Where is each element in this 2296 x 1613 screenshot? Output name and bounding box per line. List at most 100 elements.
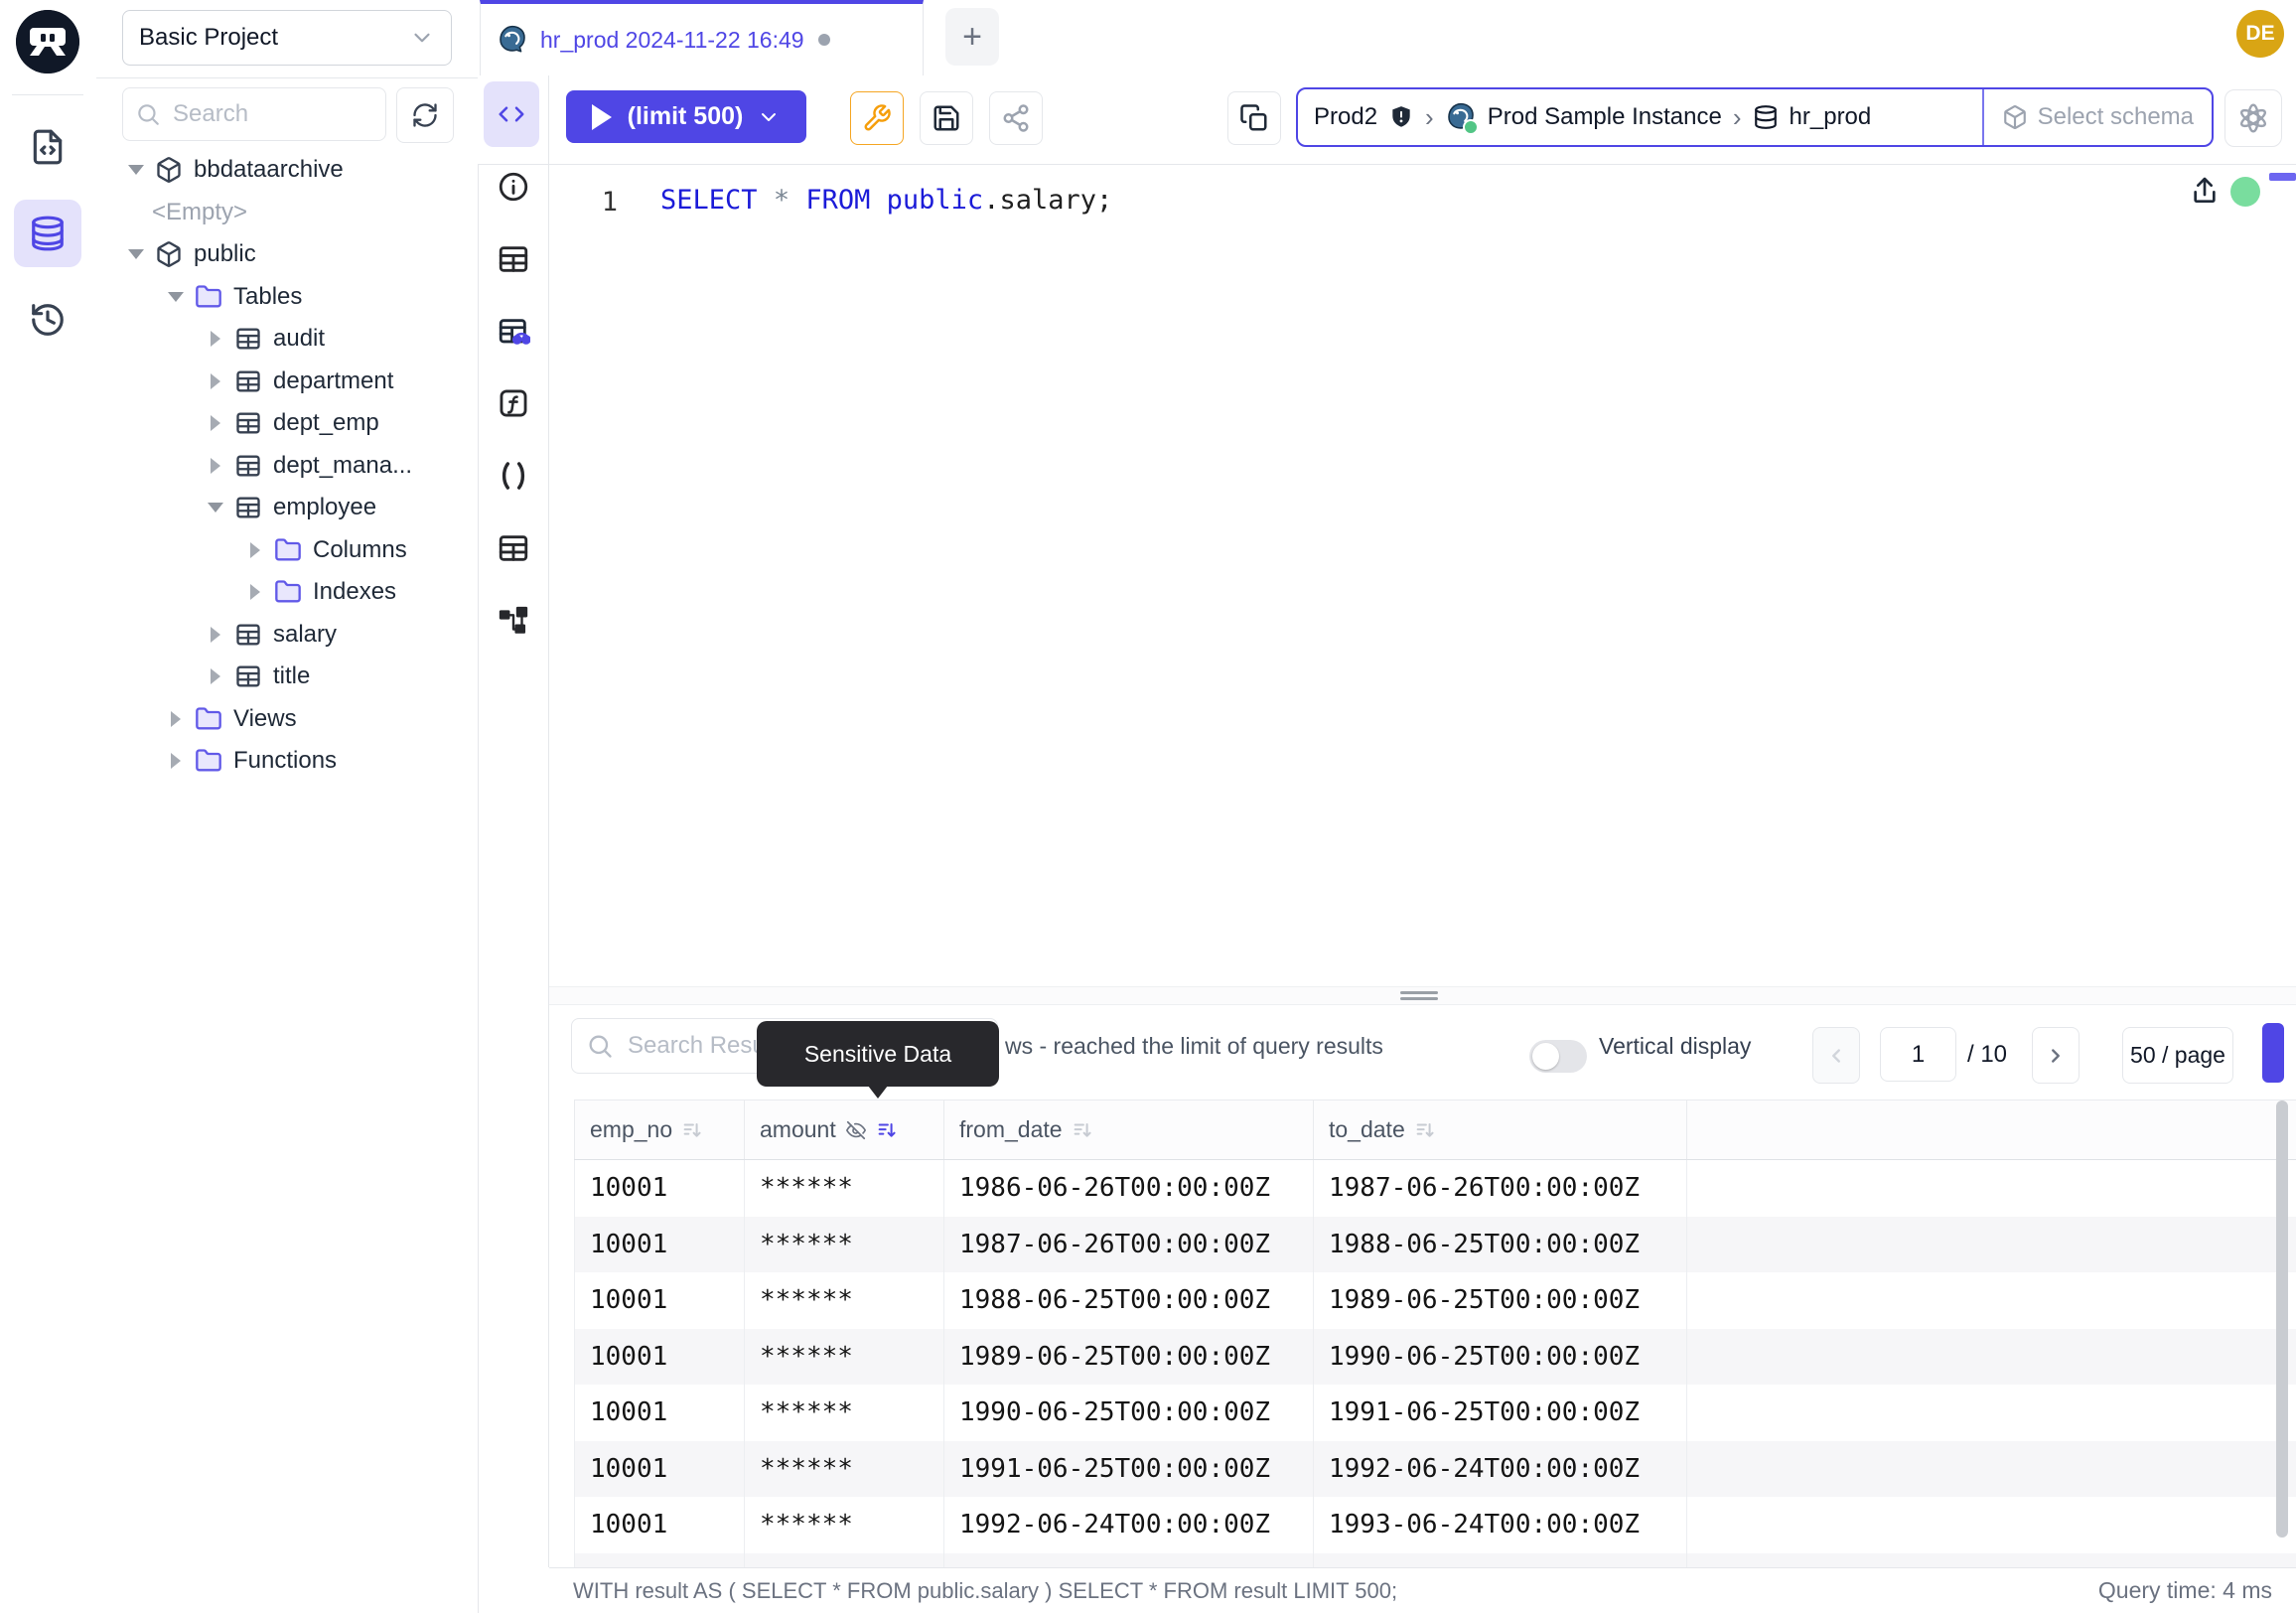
vertical-display-toggle[interactable] <box>1529 1040 1587 1073</box>
run-query-button[interactable]: (limit 500) <box>566 90 806 143</box>
cell-from_date: 1986-06-26T00:00:00Z <box>944 1160 1314 1217</box>
caret-right-icon[interactable] <box>244 581 266 603</box>
schema-sidebar: Basic Project bbdataarchive<Empty>public… <box>96 0 479 1613</box>
erail-schema-diagram-button[interactable] <box>497 604 530 638</box>
tree-item-salary[interactable]: salary <box>96 614 478 657</box>
results-scrollbar[interactable] <box>2276 1100 2288 1538</box>
caret-right-icon[interactable] <box>205 624 226 646</box>
caret-right-icon[interactable] <box>205 455 226 477</box>
table-icon <box>234 409 262 437</box>
rail-history-button[interactable] <box>14 286 81 354</box>
table-row[interactable]: 10001******1991-06-25T00:00:00Z1992-06-2… <box>574 1441 2296 1498</box>
page-size-select[interactable]: 50 / page <box>2122 1027 2233 1084</box>
next-page-button[interactable] <box>2032 1027 2080 1084</box>
tab-title: hr_prod 2024-11-22 16:49 <box>540 27 804 54</box>
select-schema[interactable]: Select schema <box>1982 89 2212 145</box>
sql-token: public <box>887 185 984 216</box>
shield-icon <box>1388 104 1414 130</box>
erail-function-button[interactable] <box>497 386 530 420</box>
upload-icon[interactable] <box>2189 175 2221 207</box>
caret-right-icon[interactable] <box>165 750 187 772</box>
erail-table-button[interactable] <box>497 242 530 276</box>
connection-path[interactable]: Prod2 › Prod Sample Instance › hr_prod <box>1298 89 1982 145</box>
page-number-input[interactable] <box>1880 1027 1956 1082</box>
tree-item-indexes[interactable]: Indexes <box>96 571 478 614</box>
avatar[interactable]: DE <box>2236 10 2284 58</box>
table-row[interactable]: 10001******1993-06-24T00:00:00Z1994-06-2… <box>574 1553 2296 1568</box>
tree-item-employee[interactable]: employee <box>96 487 478 529</box>
tree-item-title[interactable]: title <box>96 656 478 698</box>
tree-item-public[interactable]: public <box>96 233 478 276</box>
connection-breadcrumb[interactable]: Prod2 › Prod Sample Instance › hr_prod S… <box>1296 87 2214 147</box>
cell-empty <box>1687 1272 2296 1329</box>
refresh-button[interactable] <box>396 87 454 143</box>
caret-down-icon[interactable] <box>205 497 226 518</box>
caret-right-icon[interactable] <box>244 539 266 561</box>
code-mode-button[interactable] <box>484 81 539 147</box>
tree-item-bbdataarchive[interactable]: bbdataarchive <box>96 149 478 192</box>
cell-emp_no: 10001 <box>574 1217 745 1273</box>
column-header-amount[interactable]: amount <box>745 1100 944 1159</box>
erail-table-button[interactable] <box>497 531 530 565</box>
table-row[interactable]: 10001******1986-06-26T00:00:00Z1987-06-2… <box>574 1160 2296 1217</box>
rail-database-button[interactable] <box>14 200 81 267</box>
tree-item-label: Tables <box>233 283 302 311</box>
app-logo-icon[interactable] <box>16 10 79 73</box>
column-header-from_date[interactable]: from_date <box>944 1100 1314 1159</box>
format-sql-button[interactable] <box>850 91 904 145</box>
caret-down-icon[interactable] <box>125 159 147 181</box>
caret-right-icon[interactable] <box>165 708 187 730</box>
caret-right-icon[interactable] <box>205 328 226 350</box>
save-button[interactable] <box>920 91 973 145</box>
project-select[interactable]: Basic Project <box>122 10 452 66</box>
rail-worksheet-button[interactable] <box>14 113 81 181</box>
cell-amount: ****** <box>745 1272 944 1329</box>
schema-search[interactable] <box>122 87 386 141</box>
batch-mode-button[interactable] <box>1227 91 1281 145</box>
caret-right-icon[interactable] <box>205 370 226 392</box>
chevron-down-icon <box>757 105 781 129</box>
cell-from_date: 1992-06-24T00:00:00Z <box>944 1497 1314 1553</box>
ai-assistant-button[interactable] <box>2224 89 2282 147</box>
sql-code-line[interactable]: SELECT * FROM public.salary; <box>660 185 1112 216</box>
tree-item-audit[interactable]: audit <box>96 318 478 361</box>
table-row[interactable]: 10001******1987-06-26T00:00:00Z1988-06-2… <box>574 1217 2296 1273</box>
cell-emp_no: 10001 <box>574 1553 745 1568</box>
caret-down-icon[interactable] <box>165 286 187 308</box>
tree-item-functions[interactable]: Functions <box>96 740 478 783</box>
tree-item-dept-emp[interactable]: dept_emp <box>96 402 478 445</box>
tree-item-dept-mana[interactable]: dept_mana... <box>96 445 478 488</box>
tree-item-tables[interactable]: Tables <box>96 276 478 319</box>
erail-info-button[interactable] <box>497 170 530 204</box>
cell-amount: ****** <box>745 1553 944 1568</box>
table-row[interactable]: 10001******1988-06-25T00:00:00Z1989-06-2… <box>574 1272 2296 1329</box>
column-header-to_date[interactable]: to_date <box>1314 1100 1687 1159</box>
erail-masked-table-button[interactable] <box>497 315 530 349</box>
tree-item-empty[interactable]: <Empty> <box>96 192 478 234</box>
tab-hr-prod[interactable]: hr_prod 2024-11-22 16:49 <box>480 0 924 75</box>
share-button[interactable] <box>989 91 1043 145</box>
table-row[interactable]: 10001******1990-06-25T00:00:00Z1991-06-2… <box>574 1385 2296 1441</box>
sql-editor[interactable] <box>549 165 2296 986</box>
erail-parentheses-button[interactable] <box>497 459 530 493</box>
caret-down-icon[interactable] <box>125 243 147 265</box>
column-header-emp_no[interactable]: emp_no <box>574 1100 745 1159</box>
tree-item-department[interactable]: department <box>96 361 478 403</box>
export-button[interactable] <box>2262 1023 2284 1083</box>
table-row[interactable]: 10001******1989-06-25T00:00:00Z1990-06-2… <box>574 1329 2296 1386</box>
cell-emp_no: 10001 <box>574 1272 745 1329</box>
caret-right-icon[interactable] <box>205 665 226 687</box>
cell-to_date: 1987-06-26T00:00:00Z <box>1314 1160 1687 1217</box>
prev-page-button[interactable] <box>1812 1027 1860 1084</box>
tree-item-columns[interactable]: Columns <box>96 529 478 572</box>
caret-right-icon[interactable] <box>205 412 226 434</box>
refresh-icon <box>411 101 439 129</box>
schema-search-input[interactable] <box>171 99 354 129</box>
panel-splitter[interactable] <box>549 986 2296 1005</box>
new-tab-button[interactable]: + <box>945 8 999 66</box>
table-row[interactable]: 10001******1992-06-24T00:00:00Z1993-06-2… <box>574 1497 2296 1553</box>
tree-item-views[interactable]: Views <box>96 698 478 741</box>
tree-item-label: title <box>273 662 310 690</box>
table-icon <box>234 621 262 649</box>
tree-item-label: employee <box>273 494 376 521</box>
